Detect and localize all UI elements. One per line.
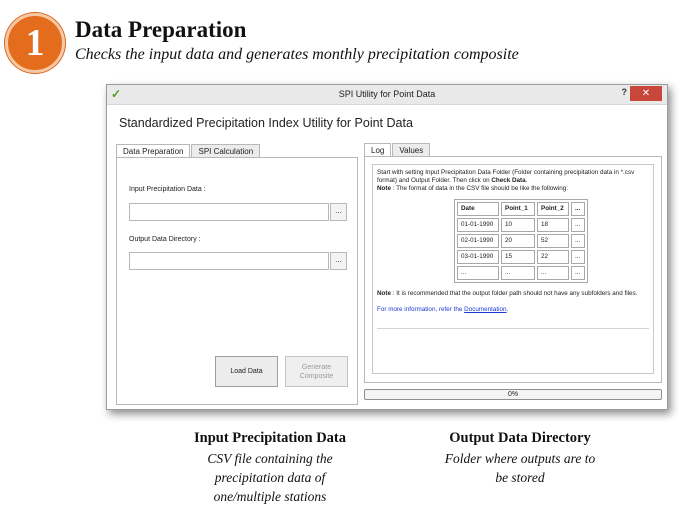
left-tab-bar: Data Preparation SPI Calculation bbox=[116, 144, 261, 159]
output-directory-label: Output Data Directory : bbox=[129, 236, 201, 243]
log-intro-bold: Check Data bbox=[491, 177, 526, 184]
table-cell: ... bbox=[537, 266, 569, 280]
data-preparation-panel: Input Precipitation Data : ... Output Da… bbox=[116, 157, 358, 405]
window-titlebar[interactable]: ✓ SPI Utility for Point Data ? ✕ bbox=[107, 85, 667, 105]
input-precipitation-field[interactable] bbox=[129, 203, 329, 221]
tab-values[interactable]: Values bbox=[392, 143, 431, 157]
log-format-note: Note : The format of data in the CSV fil… bbox=[377, 185, 649, 193]
table-cell: 02-01-1990 bbox=[457, 234, 499, 248]
generate-composite-button[interactable]: Generate Composite bbox=[285, 356, 348, 387]
table-cell: 01-01-1990 bbox=[457, 218, 499, 232]
help-button[interactable]: ? bbox=[622, 87, 628, 97]
caption-input-line: precipitation data of bbox=[214, 470, 326, 485]
log-panel: Start with setting Input Precipitation D… bbox=[364, 156, 662, 383]
table-row: 02-01-1990 20 52 ... bbox=[457, 234, 585, 248]
caption-output-line: be stored bbox=[495, 470, 545, 485]
caption-output-body: Folder where outputs are to be stored bbox=[405, 449, 635, 487]
log-divider bbox=[377, 328, 649, 329]
log-intro-end: . bbox=[525, 177, 528, 184]
step-subtitle: Checks the input data and generates mont… bbox=[75, 46, 519, 63]
generate-label-line2: Composite bbox=[299, 372, 334, 380]
step-number-badge: 1 bbox=[5, 13, 65, 73]
documentation-link[interactable]: Documentation bbox=[464, 306, 506, 313]
table-row: 03-01-1990 15 22 ... bbox=[457, 250, 585, 264]
table-cell: ... bbox=[571, 250, 585, 264]
caption-output-title: Output Data Directory bbox=[449, 430, 591, 446]
log-folder-note: Note : It is recommended that the output… bbox=[377, 290, 649, 298]
table-cell: 15 bbox=[501, 250, 535, 264]
caption-input-title: Input Precipitation Data bbox=[194, 430, 346, 446]
log-note-text: : The format of data in the CSV file sho… bbox=[391, 185, 568, 192]
table-cell: 22 bbox=[537, 250, 569, 264]
window-title: SPI Utility for Point Data bbox=[338, 89, 436, 99]
table-cell: 52 bbox=[537, 234, 569, 248]
input-browse-button[interactable]: ... bbox=[330, 203, 347, 221]
table-cell: 10 bbox=[501, 218, 535, 232]
more-info-end: . bbox=[506, 306, 509, 313]
table-cell: ... bbox=[571, 266, 585, 280]
log-note-label: Note bbox=[377, 185, 391, 192]
table-row: ... ... ... ... bbox=[457, 266, 585, 280]
table-cell: 20 bbox=[501, 234, 535, 248]
progress-bar: 0% bbox=[364, 389, 662, 400]
log-text-area[interactable]: Start with setting Input Precipitation D… bbox=[372, 164, 654, 374]
table-header-cell: ... bbox=[571, 202, 585, 216]
table-row: 01-01-1990 10 18 ... bbox=[457, 218, 585, 232]
csv-format-table: Date Point_1 Point_2 ... 01-01-1990 10 1… bbox=[454, 199, 588, 283]
load-data-button[interactable]: Load Data bbox=[215, 356, 278, 387]
table-header-cell: Date bbox=[457, 202, 499, 216]
load-data-label: Load Data bbox=[230, 368, 263, 375]
step-title: Data Preparation bbox=[75, 17, 247, 42]
close-button[interactable]: ✕ bbox=[630, 86, 662, 101]
log-note2-text: : It is recommended that the output fold… bbox=[391, 290, 638, 297]
right-tab-bar: Log Values bbox=[364, 143, 431, 158]
output-browse-button[interactable]: ... bbox=[330, 252, 347, 270]
table-cell: ... bbox=[571, 234, 585, 248]
caption-output-line: Folder where outputs are to bbox=[444, 451, 596, 466]
table-header-row: Date Point_1 Point_2 ... bbox=[457, 202, 585, 216]
more-info-text: For more information, refer the bbox=[377, 306, 465, 313]
step-number: 1 bbox=[25, 22, 45, 64]
table-cell: 18 bbox=[537, 218, 569, 232]
caption-input-body: CSV file containing the precipitation da… bbox=[160, 449, 380, 506]
app-heading: Standardized Precipitation Index Utility… bbox=[119, 116, 413, 130]
spi-utility-window: ✓ SPI Utility for Point Data ? ✕ Standar… bbox=[106, 84, 668, 410]
table-cell: ... bbox=[457, 266, 499, 280]
tab-spi-calculation[interactable]: SPI Calculation bbox=[191, 144, 261, 158]
table-cell: ... bbox=[501, 266, 535, 280]
log-note2-label: Note bbox=[377, 290, 391, 297]
log-intro: Start with setting Input Precipitation D… bbox=[377, 169, 649, 185]
caption-input-line: one/multiple stations bbox=[213, 489, 327, 504]
generate-label-line1: Generate bbox=[301, 363, 332, 371]
input-precipitation-label: Input Precipitation Data : bbox=[129, 186, 206, 193]
table-header-cell: Point_2 bbox=[537, 202, 569, 216]
caption-input-line: CSV file containing the bbox=[207, 451, 333, 466]
close-icon: ✕ bbox=[641, 88, 651, 99]
table-cell: ... bbox=[571, 218, 585, 232]
log-more-info: For more information, refer the Document… bbox=[377, 306, 649, 314]
table-cell: 03-01-1990 bbox=[457, 250, 499, 264]
table-header-cell: Point_1 bbox=[501, 202, 535, 216]
output-directory-field[interactable] bbox=[129, 252, 329, 270]
